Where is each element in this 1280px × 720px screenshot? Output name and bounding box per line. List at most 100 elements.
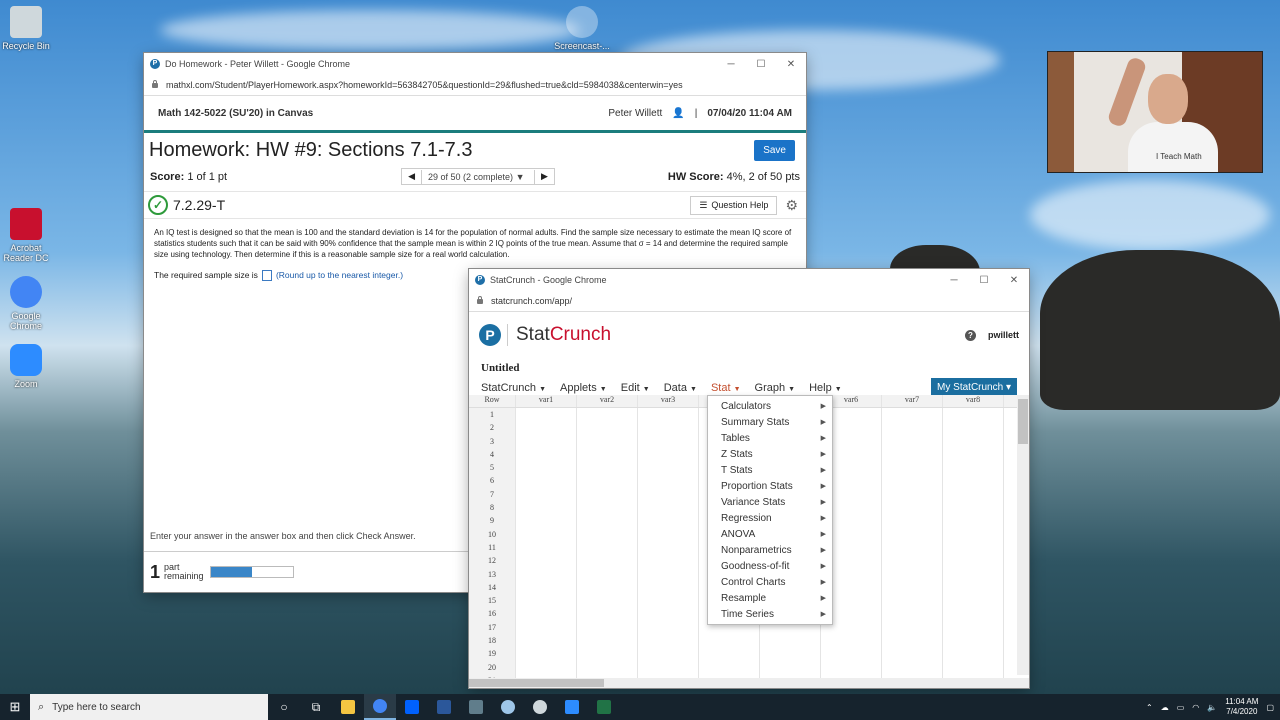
menu-edit[interactable]: Edit ▼ — [621, 382, 650, 394]
grid-cell[interactable] — [882, 527, 943, 541]
grid-cell[interactable] — [882, 660, 943, 674]
grid-cell[interactable] — [699, 660, 760, 674]
grid-cell[interactable] — [516, 660, 577, 674]
grid-cell[interactable] — [577, 620, 638, 635]
grid-cell[interactable] — [882, 594, 943, 608]
grid-cell[interactable] — [638, 620, 699, 635]
scroll-thumb[interactable] — [469, 679, 604, 687]
grid-cell[interactable] — [760, 634, 821, 648]
stat-menu-item[interactable]: Z Stats ▶ — [708, 446, 832, 462]
grid-cell[interactable] — [638, 474, 699, 488]
menu-stat[interactable]: Stat ▼ — [711, 382, 741, 394]
grid-cell[interactable] — [760, 647, 821, 661]
clock[interactable]: 11:04 AM 7/4/2020 — [1225, 697, 1258, 717]
stat-menu-item[interactable]: Calculators ▶ — [708, 398, 832, 414]
question-help-button[interactable]: ☰ Question Help — [690, 195, 778, 215]
grid-cell[interactable] — [516, 554, 577, 568]
grid-cell[interactable] — [943, 514, 1004, 528]
grid-cell[interactable] — [638, 421, 699, 435]
grid-cell[interactable] — [943, 660, 1004, 674]
grid-cell[interactable] — [577, 421, 638, 435]
grid-cell[interactable] — [516, 447, 577, 462]
grid-cell[interactable] — [577, 594, 638, 608]
column-header[interactable]: var8 — [943, 395, 1004, 407]
grid-cell[interactable] — [516, 540, 577, 555]
grid-cell[interactable] — [516, 487, 577, 502]
grid-cell[interactable] — [638, 634, 699, 648]
grid-cell[interactable] — [577, 514, 638, 528]
grid-cell[interactable] — [638, 461, 699, 475]
mathxl-titlebar[interactable]: P Do Homework - Peter Willett - Google C… — [144, 53, 806, 75]
grid-cell[interactable] — [638, 594, 699, 608]
wifi-icon[interactable]: ◠ — [1192, 703, 1199, 712]
maximize-icon[interactable]: ☐ — [969, 275, 999, 286]
address-bar[interactable]: mathxl.com/Student/PlayerHomework.aspx?h… — [144, 75, 806, 96]
gear-icon[interactable]: ⚙ — [785, 197, 798, 214]
column-header[interactable]: var7 — [882, 395, 943, 407]
close-icon[interactable]: ✕ — [999, 275, 1029, 286]
stat-menu-item[interactable]: Time Series ▶ — [708, 606, 832, 622]
grid-cell[interactable] — [943, 567, 1004, 581]
save-button[interactable]: Save — [754, 140, 795, 161]
grid-cell[interactable] — [943, 594, 1004, 608]
column-header[interactable]: var1 — [516, 395, 577, 407]
network-icon[interactable]: ▭ — [1177, 703, 1185, 712]
help-icon[interactable]: ? — [965, 329, 976, 341]
grid-cell[interactable] — [516, 434, 577, 448]
grid-cell[interactable] — [516, 634, 577, 648]
grid-cell[interactable] — [577, 580, 638, 595]
grid-cell[interactable] — [882, 647, 943, 661]
grid-cell[interactable] — [638, 554, 699, 568]
grid-cell[interactable] — [638, 580, 699, 595]
column-header[interactable]: var3 — [638, 395, 699, 407]
grid-cell[interactable] — [943, 501, 1004, 515]
username[interactable]: pwillett — [988, 330, 1019, 340]
grid-cell[interactable] — [577, 447, 638, 462]
taskbar-search[interactable]: ⌕ Type here to search — [30, 694, 268, 720]
grid-cell[interactable] — [638, 567, 699, 581]
stat-menu-item[interactable]: Proportion Stats ▶ — [708, 478, 832, 494]
desktop-icon-screencast[interactable]: Screencast-... — [552, 6, 612, 51]
menu-statcrunch[interactable]: StatCrunch ▼ — [481, 382, 546, 394]
file-explorer-icon[interactable] — [332, 694, 364, 720]
grid-cell[interactable] — [821, 647, 882, 661]
grid-cell[interactable] — [760, 660, 821, 674]
grid-cell[interactable] — [638, 487, 699, 502]
stat-menu-item[interactable]: Nonparametrics ▶ — [708, 542, 832, 558]
grid-cell[interactable] — [943, 607, 1004, 621]
grid-cell[interactable] — [882, 487, 943, 502]
grid-cell[interactable] — [943, 487, 1004, 502]
menu-applets[interactable]: Applets ▼ — [560, 382, 607, 394]
menu-data[interactable]: Data ▼ — [664, 382, 697, 394]
windows-start-icon[interactable]: ⊞ — [0, 699, 30, 715]
vertical-scrollbar[interactable] — [1017, 395, 1029, 675]
grid-cell[interactable] — [577, 474, 638, 488]
grid-cell[interactable] — [577, 554, 638, 568]
grid-cell[interactable] — [577, 647, 638, 661]
grid-cell[interactable] — [943, 461, 1004, 475]
cloud-icon[interactable]: ☁ — [1161, 703, 1169, 712]
screencast-taskbar-icon[interactable] — [492, 694, 524, 720]
grid-cell[interactable] — [638, 540, 699, 555]
dropbox-icon[interactable] — [396, 694, 428, 720]
stat-menu-item[interactable]: T Stats ▶ — [708, 462, 832, 478]
grid-cell[interactable] — [943, 554, 1004, 568]
grid-cell[interactable] — [882, 580, 943, 595]
statcrunch-titlebar[interactable]: P StatCrunch - Google Chrome ─ ☐ ✕ — [469, 269, 1029, 291]
grid-cell[interactable] — [699, 647, 760, 661]
grid-cell[interactable] — [516, 580, 577, 595]
photos-icon[interactable] — [524, 694, 556, 720]
grid-cell[interactable] — [638, 607, 699, 621]
desktop-icon-recycle-bin[interactable]: Recycle Bin — [0, 6, 56, 51]
volume-icon[interactable]: 🔈 — [1207, 703, 1217, 712]
grid-cell[interactable] — [516, 408, 577, 422]
stat-menu-item[interactable]: Variance Stats ▶ — [708, 494, 832, 510]
grid-cell[interactable] — [516, 620, 577, 635]
scroll-thumb[interactable] — [1018, 399, 1028, 444]
grid-cell[interactable] — [943, 408, 1004, 422]
grid-cell[interactable] — [638, 660, 699, 674]
grid-cell[interactable] — [699, 634, 760, 648]
excel-icon[interactable] — [588, 694, 620, 720]
grid-cell[interactable] — [821, 660, 882, 674]
grid-cell[interactable] — [516, 567, 577, 581]
